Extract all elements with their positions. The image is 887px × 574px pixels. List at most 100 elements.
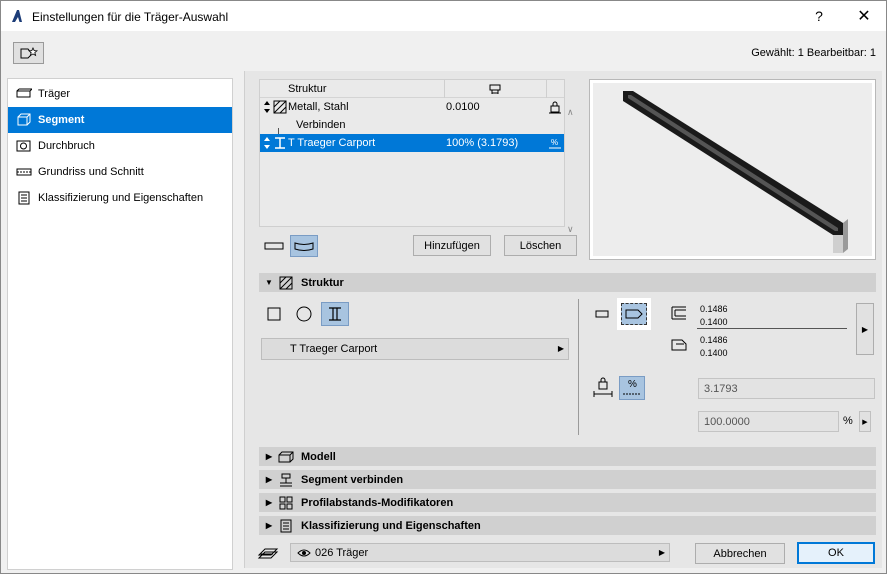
caret-right-icon: ▶ <box>265 475 273 484</box>
flat-view-button[interactable] <box>260 235 288 257</box>
ok-button[interactable]: OK <box>797 542 875 564</box>
segment-connect-icon <box>277 473 295 487</box>
thickness-icon <box>489 84 501 94</box>
classification-icon <box>16 191 32 205</box>
row-name: T Traeger Carport <box>288 137 376 149</box>
row-value: 0.0100 <box>446 101 480 113</box>
percent-spinner[interactable]: ▶ <box>859 411 871 432</box>
row-value: 100% (3.1793) <box>446 137 519 149</box>
rectangular-shape-button[interactable] <box>261 302 287 326</box>
percent-length-button[interactable]: % <box>619 376 645 400</box>
circular-shape-button[interactable] <box>291 302 317 326</box>
square-icon <box>267 307 281 321</box>
opening-icon <box>16 139 32 153</box>
profile-details-button[interactable]: ▶ <box>856 303 874 355</box>
percent-icon[interactable]: % <box>548 136 562 150</box>
curved-view-icon <box>294 242 314 251</box>
structure-table-header: Struktur <box>260 80 564 98</box>
section-header-model[interactable]: ▶ Modell <box>259 447 876 466</box>
sidebar-item-label: Durchbruch <box>38 140 95 152</box>
sidebar-item-segment[interactable]: Segment <box>8 107 232 133</box>
window-title: Einstellungen für die Träger-Auswahl <box>32 10 229 24</box>
archicad-logo-icon <box>12 10 22 22</box>
length-field[interactable]: 3.1793 <box>698 378 875 399</box>
close-button[interactable]: ✕ <box>841 1 887 31</box>
circle-icon <box>296 306 312 322</box>
structure-row-connect: Verbinden <box>260 116 564 134</box>
scroll-up-icon[interactable]: ∧ <box>567 107 574 118</box>
section-title: Modell <box>301 450 336 463</box>
straight-profile-button[interactable] <box>591 302 613 326</box>
sidebar-item-traeger[interactable]: Träger <box>8 81 232 107</box>
tapered-profile-button[interactable] <box>617 298 651 330</box>
curved-view-button[interactable] <box>290 235 318 257</box>
section-header-structure[interactable]: ▼ Struktur <box>259 273 876 292</box>
favorites-icon <box>20 47 38 59</box>
column-header-structure: Struktur <box>288 83 327 95</box>
profile-dropdown[interactable]: T Traeger Carport ▶ <box>261 338 569 360</box>
sidebar-item-label: Grundriss und Schnitt <box>38 166 144 178</box>
help-button[interactable]: ? <box>796 1 842 31</box>
section-header-classification[interactable]: ▶ Klassifizierung und Eigenschaften <box>259 516 876 535</box>
percent-field[interactable]: 100.0000 <box>698 411 839 432</box>
caret-down-icon: ▼ <box>265 278 273 287</box>
hatch-icon <box>273 100 287 114</box>
percent-unit: % <box>843 415 853 427</box>
row-name: Metall, Stahl <box>288 101 349 113</box>
sidebar-item-label: Träger <box>38 88 70 100</box>
rectangle-icon <box>595 310 609 318</box>
layer-name: 026 Träger <box>315 546 369 559</box>
sidebar-item-label: Segment <box>38 114 85 126</box>
drag-handle-icon[interactable] <box>263 101 271 113</box>
sidebar-item-grundriss[interactable]: Grundriss und Schnitt <box>8 159 232 185</box>
layer-icon <box>257 548 279 559</box>
segment-icon <box>16 113 32 127</box>
section-title: Segment verbinden <box>301 473 404 486</box>
percent-symbol: % <box>628 379 637 390</box>
caret-right-icon: ▶ <box>265 498 273 507</box>
start-height: 0.1486 <box>700 304 728 314</box>
model-icon <box>277 450 295 464</box>
structure-table: Struktur Metall, Stahl 0.0100 Verbinden … <box>259 79 574 234</box>
profile-shape-button[interactable] <box>321 302 349 326</box>
lock-length-icon[interactable] <box>593 376 613 398</box>
section-header-profile-modifiers[interactable]: ▶ Profilabstands-Modifikatoren <box>259 493 876 512</box>
end-height: 0.1486 <box>700 335 728 345</box>
tapered-icon <box>625 309 643 319</box>
beam-preview-graphic <box>623 91 848 253</box>
section-title: Struktur <box>301 276 344 289</box>
scroll-down-icon[interactable]: ∨ <box>567 224 574 235</box>
add-button[interactable]: Hinzufügen <box>413 235 491 256</box>
structure-row-profile[interactable]: T Traeger Carport 100% (3.1793) % <box>260 134 564 152</box>
sidebar-item-klassifizierung[interactable]: Klassifizierung und Eigenschaften <box>8 185 232 211</box>
start-dimension-icon <box>671 306 686 320</box>
title-bar: Einstellungen für die Träger-Auswahl ? ✕ <box>1 1 886 31</box>
start-width: 0.1400 <box>700 317 728 327</box>
section-header-segment-connect[interactable]: ▶ Segment verbinden <box>259 470 876 489</box>
eye-icon <box>297 549 311 557</box>
lock-icon[interactable] <box>548 100 562 114</box>
chevron-right-icon: ▶ <box>557 344 564 353</box>
3d-preview <box>589 79 876 260</box>
structure-row-metal[interactable]: Metall, Stahl 0.0100 <box>260 98 564 116</box>
end-width: 0.1400 <box>700 348 728 358</box>
i-profile-icon <box>329 307 341 321</box>
end-dimension-icon <box>671 339 687 351</box>
favorites-button[interactable] <box>13 42 44 64</box>
flat-view-icon <box>264 242 284 250</box>
cancel-button[interactable]: Abbrechen <box>695 543 785 564</box>
caret-right-icon: ▶ <box>265 521 273 530</box>
classification-icon <box>277 519 295 533</box>
profile-modifier-icon <box>277 496 295 510</box>
section-title: Klassifizierung und Eigenschaften <box>301 519 481 532</box>
sidebar-item-durchbruch[interactable]: Durchbruch <box>8 133 232 159</box>
profile-name: T Traeger Carport <box>290 343 378 355</box>
i-profile-icon <box>275 137 285 149</box>
chevron-right-icon: ▶ <box>862 418 868 426</box>
layer-dropdown[interactable]: 026 Träger ▶ <box>290 543 670 562</box>
settings-panel: Struktur Metall, Stahl 0.0100 Verbinden … <box>244 71 882 568</box>
drag-handle-icon[interactable] <box>263 137 271 149</box>
caret-right-icon: ▶ <box>265 452 273 461</box>
delete-button[interactable]: Löschen <box>504 235 577 256</box>
svg-text:%: % <box>551 138 558 147</box>
